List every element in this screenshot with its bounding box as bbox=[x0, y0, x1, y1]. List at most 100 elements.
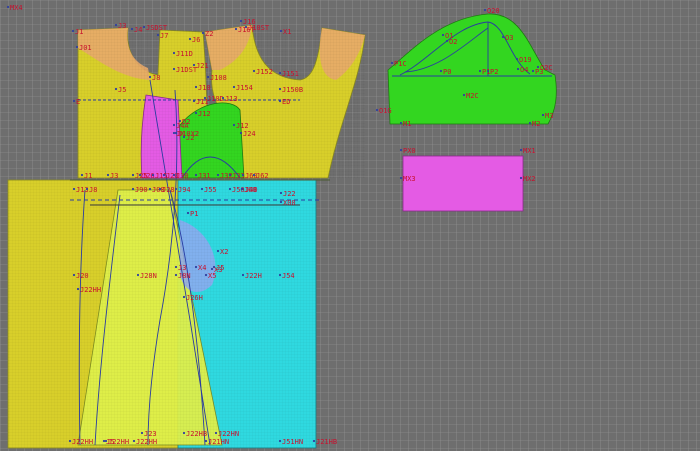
point-label[interactable]: J56 bbox=[232, 186, 245, 194]
point-label[interactable]: O4 bbox=[520, 66, 528, 74]
point-label[interactable]: O1G bbox=[379, 107, 392, 115]
point-marker[interactable] bbox=[203, 96, 207, 100]
point-marker[interactable] bbox=[178, 119, 182, 123]
point-label[interactable]: J3 bbox=[178, 264, 186, 272]
point-marker[interactable] bbox=[239, 19, 243, 23]
point-marker[interactable] bbox=[174, 265, 178, 269]
point-label[interactable]: X5 bbox=[208, 272, 216, 280]
point-marker[interactable] bbox=[483, 8, 487, 12]
point-label[interactable]: M2C bbox=[466, 92, 479, 100]
point-marker[interactable] bbox=[140, 431, 144, 435]
point-marker[interactable] bbox=[130, 27, 134, 31]
point-label[interactable]: J31 bbox=[198, 172, 211, 180]
point-marker[interactable] bbox=[172, 173, 176, 177]
point-label[interactable]: J8N bbox=[178, 272, 191, 280]
point-marker[interactable] bbox=[186, 211, 190, 215]
point-label[interactable]: P0 bbox=[443, 68, 451, 76]
point-marker[interactable] bbox=[445, 39, 449, 43]
point-label[interactable]: J3 bbox=[110, 172, 118, 180]
point-marker[interactable] bbox=[241, 173, 245, 177]
point-label[interactable]: J22HH bbox=[80, 286, 101, 294]
point-label[interactable]: J108 bbox=[210, 74, 227, 82]
point-marker[interactable] bbox=[102, 439, 106, 443]
point-label[interactable]: J51HN bbox=[282, 438, 303, 446]
point-label[interactable]: J21HN bbox=[208, 438, 229, 446]
point-marker[interactable] bbox=[194, 111, 198, 115]
point-label[interactable]: J90 bbox=[135, 186, 148, 194]
point-label[interactable]: J21HB bbox=[316, 438, 337, 446]
point-marker[interactable] bbox=[71, 29, 75, 33]
point-marker[interactable] bbox=[216, 249, 220, 253]
point-marker[interactable] bbox=[156, 33, 160, 37]
point-marker[interactable] bbox=[279, 29, 283, 33]
point-marker[interactable] bbox=[192, 99, 196, 103]
point-label[interactable]: J23 bbox=[144, 430, 157, 438]
point-marker[interactable] bbox=[228, 173, 232, 177]
point-marker[interactable] bbox=[536, 65, 540, 69]
point-marker[interactable] bbox=[390, 61, 394, 65]
point-label[interactable]: J1DST bbox=[176, 66, 198, 74]
point-label[interactable]: J11D bbox=[176, 50, 193, 58]
point-label[interactable]: J20 bbox=[76, 272, 89, 280]
point-marker[interactable] bbox=[234, 27, 238, 31]
point-marker[interactable] bbox=[148, 187, 152, 191]
point-label[interactable]: MX1 bbox=[523, 147, 536, 155]
point-label[interactable]: J22HH bbox=[136, 438, 157, 446]
point-marker[interactable] bbox=[162, 173, 166, 177]
point-marker[interactable] bbox=[172, 123, 176, 127]
point-label[interactable]: J12 bbox=[236, 122, 249, 130]
point-marker[interactable] bbox=[174, 273, 178, 277]
point-label[interactable]: J6 bbox=[192, 36, 200, 44]
point-label[interactable]: MX4 bbox=[10, 4, 23, 12]
point-marker[interactable] bbox=[210, 267, 214, 271]
point-marker[interactable] bbox=[399, 148, 403, 152]
point-label[interactable]: O19 bbox=[519, 56, 532, 64]
point-marker[interactable] bbox=[174, 187, 178, 191]
point-label[interactable]: J5 bbox=[118, 86, 126, 94]
point-label[interactable]: PX0 bbox=[403, 147, 416, 155]
point-marker[interactable] bbox=[148, 75, 152, 79]
point-label[interactable]: J22HB bbox=[186, 430, 207, 438]
point-marker[interactable] bbox=[204, 439, 208, 443]
point-marker[interactable] bbox=[80, 173, 84, 177]
point-marker[interactable] bbox=[182, 431, 186, 435]
point-marker[interactable] bbox=[174, 131, 178, 135]
point-label[interactable]: J7 bbox=[160, 32, 168, 40]
point-marker[interactable] bbox=[85, 187, 89, 191]
point-marker[interactable] bbox=[192, 63, 196, 67]
point-label[interactable]: J13 bbox=[225, 95, 238, 103]
point-marker[interactable] bbox=[136, 273, 140, 277]
point-marker[interactable] bbox=[182, 295, 186, 299]
point-label[interactable]: M3 bbox=[545, 112, 553, 120]
point-marker[interactable] bbox=[172, 51, 176, 55]
point-marker[interactable] bbox=[516, 67, 520, 71]
point-label[interactable]: J26H bbox=[186, 294, 203, 302]
point-label[interactable]: J10 bbox=[198, 84, 211, 92]
point-marker[interactable] bbox=[252, 69, 256, 73]
point-label[interactable]: M1 bbox=[403, 120, 411, 128]
point-label[interactable]: J32 bbox=[220, 172, 233, 180]
point-marker[interactable] bbox=[244, 25, 248, 29]
point-marker[interactable] bbox=[131, 187, 135, 191]
point-label[interactable]: J54 bbox=[282, 272, 295, 280]
point-marker[interactable] bbox=[240, 187, 244, 191]
point-label[interactable]: J22HN bbox=[218, 430, 239, 438]
point-label[interactable]: MX2 bbox=[523, 175, 536, 183]
point-marker[interactable] bbox=[6, 5, 10, 9]
point-marker[interactable] bbox=[172, 67, 176, 71]
point-marker[interactable] bbox=[75, 45, 79, 49]
point-label[interactable]: J8 bbox=[89, 186, 97, 194]
point-marker[interactable] bbox=[441, 33, 445, 37]
point-marker[interactable] bbox=[278, 99, 282, 103]
point-marker[interactable] bbox=[486, 69, 490, 73]
point-marker[interactable] bbox=[501, 35, 505, 39]
point-marker[interactable] bbox=[531, 69, 535, 73]
point-label[interactable]: J5 bbox=[106, 438, 114, 446]
point-marker[interactable] bbox=[221, 96, 225, 100]
point-marker[interactable] bbox=[151, 173, 155, 177]
point-label[interactable]: J24 bbox=[243, 130, 256, 138]
point-marker[interactable] bbox=[72, 99, 76, 103]
point-label[interactable]: J94 bbox=[178, 186, 191, 194]
point-marker[interactable] bbox=[194, 265, 198, 269]
point-label[interactable]: J8 bbox=[152, 74, 160, 82]
